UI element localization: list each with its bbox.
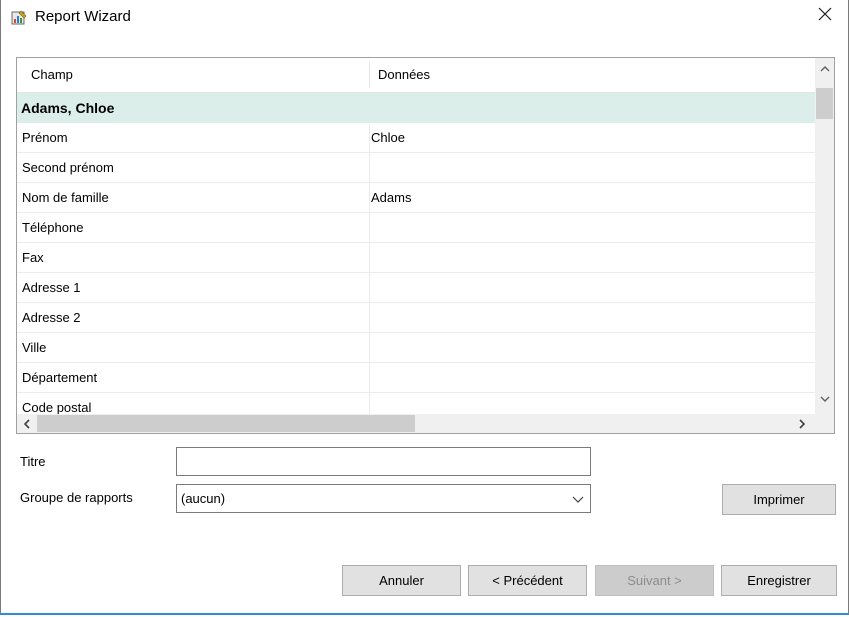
field-data-grid[interactable]: Champ Données Adams, Chloe Prénom Chloe … bbox=[16, 57, 835, 434]
table-row[interactable]: Ville bbox=[17, 333, 815, 363]
grid-rows: Prénom Chloe Second prénom Nom de famill… bbox=[17, 123, 815, 423]
scrollbar-corner bbox=[815, 414, 834, 433]
scroll-left-arrow-icon[interactable] bbox=[17, 414, 36, 433]
field-name: Adresse 2 bbox=[22, 310, 81, 325]
column-separator[interactable] bbox=[369, 62, 370, 88]
field-name: Prénom bbox=[22, 130, 68, 145]
title-label: Titre bbox=[20, 454, 46, 469]
field-name: Nom de famille bbox=[22, 190, 109, 205]
table-row[interactable]: Second prénom bbox=[17, 153, 815, 183]
cancel-button[interactable]: Annuler bbox=[342, 565, 461, 596]
column-separator bbox=[369, 333, 370, 363]
column-separator bbox=[369, 153, 370, 183]
save-button[interactable]: Enregistrer bbox=[721, 565, 837, 596]
scroll-up-arrow-icon[interactable] bbox=[815, 58, 834, 80]
column-separator bbox=[369, 183, 370, 213]
vertical-scroll-thumb[interactable] bbox=[816, 88, 833, 119]
column-separator bbox=[369, 243, 370, 273]
field-name: Département bbox=[22, 370, 98, 385]
report-wizard-icon bbox=[11, 10, 27, 26]
table-row[interactable]: Adresse 2 bbox=[17, 303, 815, 333]
group-label: Adams, Chloe bbox=[21, 100, 115, 116]
field-value[interactable]: Adams bbox=[371, 190, 411, 205]
column-header-champ[interactable]: Champ bbox=[31, 67, 73, 82]
table-row[interactable]: Prénom Chloe bbox=[17, 123, 815, 153]
table-row[interactable]: Fax bbox=[17, 243, 815, 273]
table-row[interactable]: Téléphone bbox=[17, 213, 815, 243]
column-separator bbox=[369, 303, 370, 333]
column-header-donnees[interactable]: Données bbox=[378, 67, 430, 82]
report-group-select[interactable]: (aucun) bbox=[176, 484, 591, 513]
field-name: Code postal bbox=[22, 400, 92, 415]
report-group-value: (aucun) bbox=[181, 491, 226, 506]
title-bar[interactable]: Report Wizard bbox=[1, 0, 848, 31]
field-value[interactable]: Chloe bbox=[371, 130, 405, 145]
print-button[interactable]: Imprimer bbox=[722, 484, 836, 515]
horizontal-scrollbar[interactable] bbox=[17, 414, 815, 433]
field-name: Adresse 1 bbox=[22, 280, 81, 295]
chevron-down-icon[interactable] bbox=[572, 493, 584, 505]
column-separator bbox=[369, 123, 370, 153]
report-wizard-window: Report Wizard Champ Données Adams, Chloe… bbox=[0, 0, 849, 615]
table-row[interactable]: Nom de famille Adams bbox=[17, 183, 815, 213]
column-separator bbox=[369, 273, 370, 303]
scroll-down-arrow-icon[interactable] bbox=[815, 388, 834, 410]
group-row[interactable]: Adams, Chloe bbox=[17, 93, 815, 123]
title-input[interactable] bbox=[176, 447, 591, 476]
field-name: Fax bbox=[22, 250, 44, 265]
horizontal-scroll-thumb[interactable] bbox=[37, 415, 415, 432]
previous-button[interactable]: < Précédent bbox=[468, 565, 587, 596]
table-row[interactable]: Département bbox=[17, 363, 815, 393]
scroll-right-arrow-icon[interactable] bbox=[792, 414, 811, 433]
window-title: Report Wizard bbox=[35, 8, 131, 25]
vertical-scrollbar[interactable] bbox=[815, 58, 834, 414]
grid-header: Champ Données bbox=[17, 58, 815, 93]
column-separator bbox=[369, 363, 370, 393]
table-row[interactable]: Adresse 1 bbox=[17, 273, 815, 303]
close-button[interactable] bbox=[802, 0, 848, 31]
close-icon bbox=[818, 7, 832, 24]
field-name: Ville bbox=[22, 340, 47, 355]
column-separator bbox=[369, 213, 370, 243]
field-name: Second prénom bbox=[22, 160, 114, 175]
report-group-label: Groupe de rapports bbox=[20, 490, 133, 505]
field-name: Téléphone bbox=[22, 220, 84, 235]
next-button: Suivant > bbox=[595, 565, 714, 596]
